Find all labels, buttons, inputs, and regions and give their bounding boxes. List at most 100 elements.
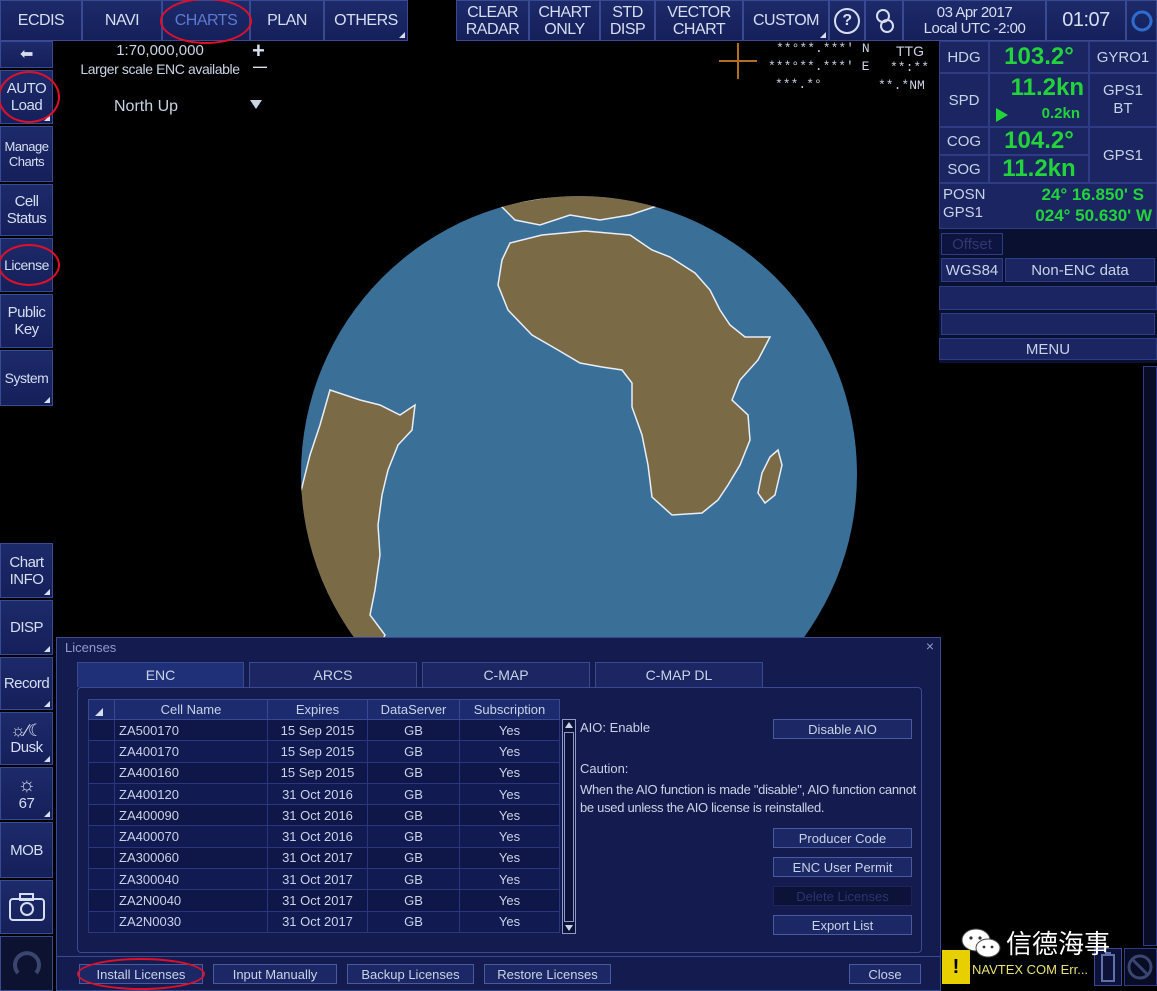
alert-message[interactable]: NAVTEX COM Err... <box>972 962 1088 977</box>
scroll-up-icon[interactable] <box>565 722 573 728</box>
vector-chart-button[interactable]: VECTOR CHART <box>655 0 743 41</box>
row-selector[interactable] <box>88 718 115 742</box>
tab-cmap-label: C-MAP <box>483 667 529 683</box>
mob-button[interactable]: MOB <box>0 822 53 878</box>
menu-button[interactable]: MENU <box>939 338 1157 360</box>
cell-expires: 15 Sep 2015 <box>267 740 368 763</box>
system-button[interactable]: System <box>0 350 53 406</box>
backup-licenses-button[interactable]: Backup Licenses <box>347 964 474 984</box>
brightness-button[interactable]: ☼ 67 <box>0 767 53 820</box>
chart-globe[interactable] <box>300 195 860 655</box>
cell-dataserver: GB <box>367 868 460 891</box>
manage-charts-button[interactable]: Manage Charts <box>0 126 53 182</box>
undo-button[interactable] <box>0 936 53 991</box>
spd-source[interactable]: GPS1 BT <box>1089 73 1157 127</box>
spd-drift: 0.2kn <box>1041 105 1080 122</box>
disp-button[interactable]: DISP <box>0 600 53 655</box>
row-selector[interactable] <box>88 804 115 827</box>
std-disp-button[interactable]: STD DISP <box>600 0 655 41</box>
input-manually-button[interactable]: Input Manually <box>213 964 337 984</box>
back-button[interactable]: ⬅ <box>0 41 53 68</box>
scroll-thumb[interactable] <box>564 732 574 922</box>
row-selector[interactable] <box>88 825 115 848</box>
disable-aio-button[interactable]: Disable AIO <box>773 719 912 739</box>
table-row[interactable]: ZA400070 31 Oct 2016 GB Yes <box>88 825 560 848</box>
record-button[interactable]: Record <box>0 657 53 710</box>
table-row[interactable]: ZA300060 31 Oct 2017 GB Yes <box>88 846 560 870</box>
tab-ecdis[interactable]: ECDIS <box>0 0 82 41</box>
export-list-button[interactable]: Export List <box>773 915 912 935</box>
table-row[interactable]: ZA500170 15 Sep 2015 GB Yes <box>88 718 560 742</box>
right-side-rail[interactable] <box>1143 366 1157 946</box>
cog-value: 104.2° <box>989 127 1089 155</box>
datum-display[interactable]: WGS84 <box>941 258 1003 282</box>
sun-icon: ☼ <box>17 774 36 796</box>
tab-navi[interactable]: NAVI <box>82 0 162 41</box>
brightness-icon <box>876 8 894 33</box>
table-row[interactable]: ZA2N0040 31 Oct 2017 GB Yes <box>88 889 560 912</box>
col-cell-name[interactable]: Cell Name <box>114 699 268 720</box>
table-row[interactable]: ZA300040 31 Oct 2017 GB Yes <box>88 868 560 891</box>
chart-info-button[interactable]: Chart INFO <box>0 543 53 598</box>
brightness-value: 67 <box>18 795 35 812</box>
install-licenses-button[interactable]: Install Licenses <box>79 964 203 984</box>
help-button[interactable]: ? <box>829 0 865 41</box>
cursor-lat: **°**.***' N <box>776 41 870 56</box>
row-selector[interactable] <box>88 910 115 933</box>
table-row[interactable]: ZA400160 15 Sep 2015 GB Yes <box>88 761 560 784</box>
dusk-button[interactable]: ☼∕☾ Dusk <box>0 712 53 765</box>
table-scrollbar[interactable] <box>562 719 576 934</box>
public-key-button[interactable]: Public Key <box>0 294 53 348</box>
hdg-source[interactable]: GYRO1 <box>1089 41 1157 73</box>
producer-code-button[interactable]: Producer Code <box>773 828 912 848</box>
restore-licenses-button[interactable]: Restore Licenses <box>484 964 611 984</box>
auto-load-button[interactable]: AUTO Load <box>0 70 53 124</box>
row-selector[interactable] <box>88 868 115 891</box>
close-icon[interactable]: × <box>926 638 934 654</box>
screenshot-button[interactable] <box>0 880 53 934</box>
col-expires[interactable]: Expires <box>267 699 368 720</box>
chart-only-button[interactable]: CHART ONLY <box>529 0 600 41</box>
tab-plan[interactable]: PLAN <box>250 0 324 41</box>
custom-button[interactable]: CUSTOM <box>743 0 829 41</box>
cog-label: COG <box>939 127 989 155</box>
orientation-dropdown-icon[interactable] <box>250 100 262 109</box>
tab-cmap-dl[interactable]: C-MAP DL <box>595 662 763 687</box>
license-button[interactable]: License <box>0 238 53 292</box>
table-row[interactable]: ZA2N0030 31 Oct 2017 GB Yes <box>88 910 560 933</box>
col-dataserver[interactable]: DataServer <box>367 699 460 720</box>
table-row[interactable]: ZA400090 31 Oct 2016 GB Yes <box>88 804 560 827</box>
scroll-down-icon[interactable] <box>565 925 573 931</box>
tab-others[interactable]: OTHERS <box>324 0 408 41</box>
offset-button[interactable]: Offset <box>941 233 1003 255</box>
row-selector[interactable] <box>88 761 115 784</box>
row-selector[interactable] <box>88 782 115 806</box>
tab-arcs[interactable]: ARCS <box>249 662 417 687</box>
table-row[interactable]: ZA400120 31 Oct 2016 GB Yes <box>88 782 560 806</box>
tab-plan-label: PLAN <box>267 12 307 29</box>
enc-user-permit-button[interactable]: ENC User Permit <box>773 857 912 877</box>
row-selector[interactable] <box>88 740 115 763</box>
row-selector[interactable] <box>88 846 115 870</box>
position-lat: 24° 16.850' S <box>1041 185 1144 204</box>
cell-status-button[interactable]: Cell Status <box>0 184 53 236</box>
tab-cmap-dl-label: C-MAP DL <box>645 667 713 683</box>
chart-only-label: CHART ONLY <box>538 3 591 38</box>
orientation-mode[interactable]: North Up <box>114 98 178 116</box>
table-row[interactable]: ZA400170 15 Sep 2015 GB Yes <box>88 740 560 763</box>
cog-source[interactable]: GPS1 <box>1089 127 1157 183</box>
row-selector[interactable] <box>88 889 115 912</box>
sort-corner[interactable] <box>88 699 115 720</box>
clear-radar-button[interactable]: CLEAR RADAR <box>456 0 529 41</box>
mute-button[interactable] <box>1124 948 1157 986</box>
col-subscription[interactable]: Subscription <box>459 699 560 720</box>
close-button[interactable]: Close <box>849 964 921 984</box>
zoom-out-button[interactable]: — <box>253 58 267 74</box>
alarm-status[interactable] <box>1126 0 1157 41</box>
delete-licenses-button[interactable]: Delete Licenses <box>773 886 912 906</box>
palette-button[interactable] <box>865 0 903 41</box>
tab-cmap[interactable]: C-MAP <box>422 662 590 687</box>
clear-radar-label: CLEAR RADAR <box>465 3 520 38</box>
tab-enc[interactable]: ENC <box>77 662 244 687</box>
tab-charts[interactable]: CHARTS <box>162 0 250 41</box>
